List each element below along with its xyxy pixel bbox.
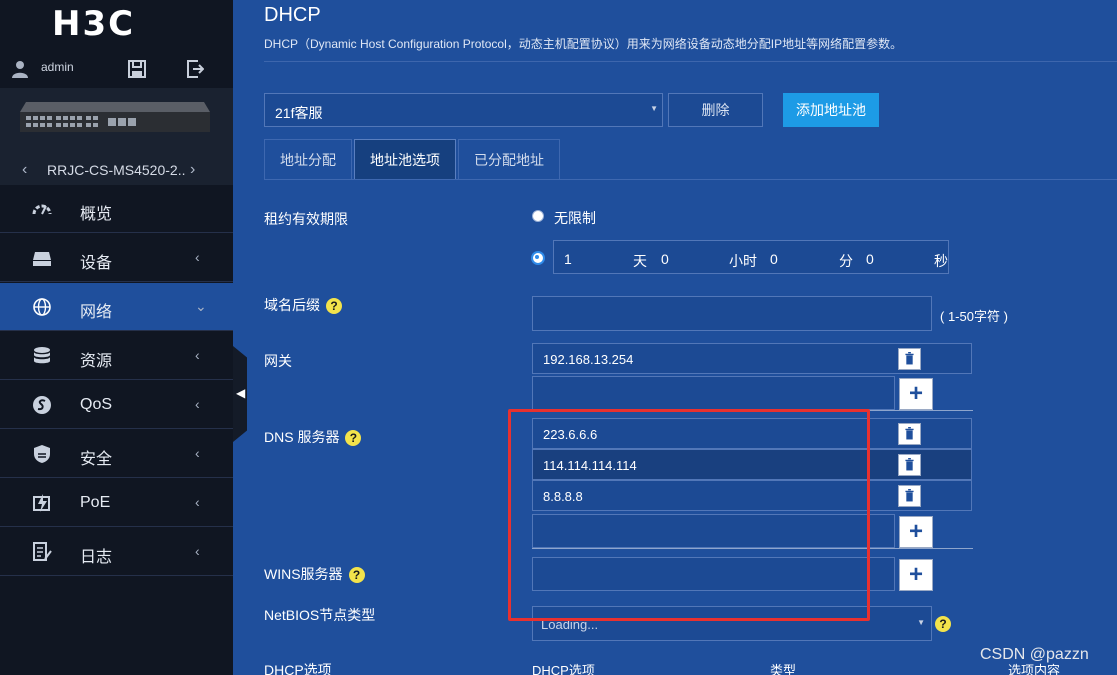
chevron-left-icon: ‹ xyxy=(195,347,200,363)
nav-item-network[interactable]: 网络 ⌄ xyxy=(0,283,233,331)
nav-item-log[interactable]: 日志 ‹ xyxy=(0,528,233,576)
trash-icon[interactable] xyxy=(898,348,921,370)
lease-days-unit: 天 xyxy=(633,253,647,269)
caret-down-icon: ▼ xyxy=(650,104,658,113)
lease-minutes-unit: 分 xyxy=(839,253,853,269)
help-icon[interactable]: ? xyxy=(348,567,365,584)
h3c-logo: H3C xyxy=(52,4,136,44)
tabs-divider xyxy=(264,179,1117,180)
gateway-add-button[interactable]: + xyxy=(899,378,933,410)
lease-label: 租约有效期限 xyxy=(264,211,348,227)
trash-icon[interactable] xyxy=(898,485,921,507)
main-content: DHCP DHCP（Dynamic Host Configuration Pro… xyxy=(233,0,1117,675)
domain-suffix-hint: ( 1-50字符 ) xyxy=(940,309,1008,324)
lease-custom-radio[interactable] xyxy=(531,251,545,265)
log-icon xyxy=(33,542,52,561)
nav-label: QoS xyxy=(80,396,113,413)
divider xyxy=(264,61,1117,62)
chevron-left-icon: ‹ xyxy=(195,249,200,265)
caret-down-icon: ▼ xyxy=(917,618,925,627)
delete-button[interactable]: 删除 xyxy=(668,93,763,127)
user-bar: admin xyxy=(0,52,233,86)
gauge-icon xyxy=(32,204,52,215)
chevron-left-icon: ‹ xyxy=(195,445,200,461)
add-pool-button[interactable]: 添加地址池 xyxy=(783,93,879,127)
nav-item-poe[interactable]: PoE ‹ xyxy=(0,479,233,527)
chevron-left-icon: ‹ xyxy=(195,543,200,559)
page-description: DHCP（Dynamic Host Configuration Protocol… xyxy=(264,37,903,51)
wins-add-button[interactable]: + xyxy=(899,559,933,591)
column-header-option: DHCP选项 xyxy=(532,663,595,675)
lease-duration-inputs[interactable]: 1 天 0 小时 0 分 0 秒 xyxy=(553,240,949,274)
dhcp-options-label: DHCP选项 xyxy=(264,662,332,675)
page-title: DHCP xyxy=(264,4,321,26)
dns-add-button[interactable]: + xyxy=(899,516,933,548)
nav-label: PoE xyxy=(80,494,111,511)
nav-label: 日志 xyxy=(80,549,113,566)
nav-item-device[interactable]: 设备 ‹ xyxy=(0,234,233,282)
lease-seconds-unit: 秒 xyxy=(934,253,948,269)
help-icon[interactable]: ? xyxy=(935,616,951,632)
device-next-arrow[interactable]: › xyxy=(190,161,195,179)
lease-unlimited-radio[interactable] xyxy=(532,210,544,222)
gateway-value[interactable]: 192.168.13.254 xyxy=(543,352,633,367)
sidebar: H3C admin ‹ RRJC-CS-MS4520-2.. › 概览 设备 ‹… xyxy=(0,0,233,675)
globe-icon xyxy=(33,298,51,316)
address-pool-select[interactable]: 21f客服 ▼ xyxy=(264,93,663,127)
chevron-down-icon: ⌄ xyxy=(195,298,207,314)
shield-icon xyxy=(34,445,50,463)
nav-label: 概览 xyxy=(80,206,113,223)
wins-label: WINS服务器 xyxy=(264,566,343,582)
domain-suffix-input[interactable] xyxy=(532,296,932,331)
database-icon xyxy=(34,347,50,364)
device-name: RRJC-CS-MS4520-2.. xyxy=(47,162,186,178)
netbios-label: NetBIOS节点类型 xyxy=(264,607,376,623)
address-pool-value: 21f客服 xyxy=(275,105,323,121)
lease-unlimited-label: 无限制 xyxy=(554,210,596,226)
wins-field: WINS服务器? xyxy=(264,564,365,584)
gateway-label: 网关 xyxy=(264,353,292,369)
domain-suffix-label: 域名后缀 xyxy=(264,297,320,313)
red-highlight-annotation xyxy=(508,409,870,621)
nav-item-resources[interactable]: 资源 ‹ xyxy=(0,332,233,380)
nav-label: 设备 xyxy=(80,255,113,272)
user-name: admin xyxy=(41,60,74,74)
chevron-left-icon: ‹ xyxy=(195,396,200,412)
device-icon xyxy=(33,252,51,266)
lease-hours-unit: 小时 xyxy=(729,253,757,269)
device-panel: ‹ RRJC-CS-MS4520-2.. › xyxy=(0,88,233,185)
help-icon[interactable]: ? xyxy=(326,298,342,315)
gateway-row: 192.168.13.254 xyxy=(532,343,972,374)
watermark: CSDN @pazzn xyxy=(980,646,1089,663)
tab-pool-options[interactable]: 地址池选项 xyxy=(354,139,456,180)
column-header-type: 类型 xyxy=(770,663,797,675)
switch-device-image xyxy=(20,102,210,132)
lease-minutes-value[interactable]: 0 xyxy=(770,251,778,267)
nav-item-qos[interactable]: QoS ‹ xyxy=(0,381,233,429)
nav-item-overview[interactable]: 概览 xyxy=(0,185,233,233)
trash-icon[interactable] xyxy=(898,423,921,445)
nav-label: 资源 xyxy=(80,353,113,370)
help-icon[interactable]: ? xyxy=(345,430,362,447)
lease-seconds-value[interactable]: 0 xyxy=(866,251,874,267)
user-icon xyxy=(12,61,28,78)
lease-hours-value[interactable]: 0 xyxy=(661,251,669,267)
logout-icon[interactable] xyxy=(186,60,204,78)
nav-label: 网络 xyxy=(80,304,113,321)
dns-field: DNS 服务器? xyxy=(264,427,362,447)
nav-label: 安全 xyxy=(80,451,113,468)
lease-days-value[interactable]: 1 xyxy=(564,251,572,267)
chevron-left-icon: ‹ xyxy=(195,494,200,510)
qos-icon xyxy=(33,396,51,414)
domain-suffix-field: 域名后缀? xyxy=(264,295,342,315)
nav-item-security[interactable]: 安全 ‹ xyxy=(0,430,233,478)
dns-label: DNS 服务器 xyxy=(264,429,340,445)
poe-icon xyxy=(33,494,50,512)
device-prev-arrow[interactable]: ‹ xyxy=(22,161,27,179)
tab-assigned-addresses[interactable]: 已分配地址 xyxy=(458,139,560,180)
trash-icon[interactable] xyxy=(898,454,921,476)
tab-address-allocation[interactable]: 地址分配 xyxy=(264,139,352,180)
save-icon[interactable] xyxy=(128,60,146,78)
gateway-new-input[interactable] xyxy=(532,376,895,410)
